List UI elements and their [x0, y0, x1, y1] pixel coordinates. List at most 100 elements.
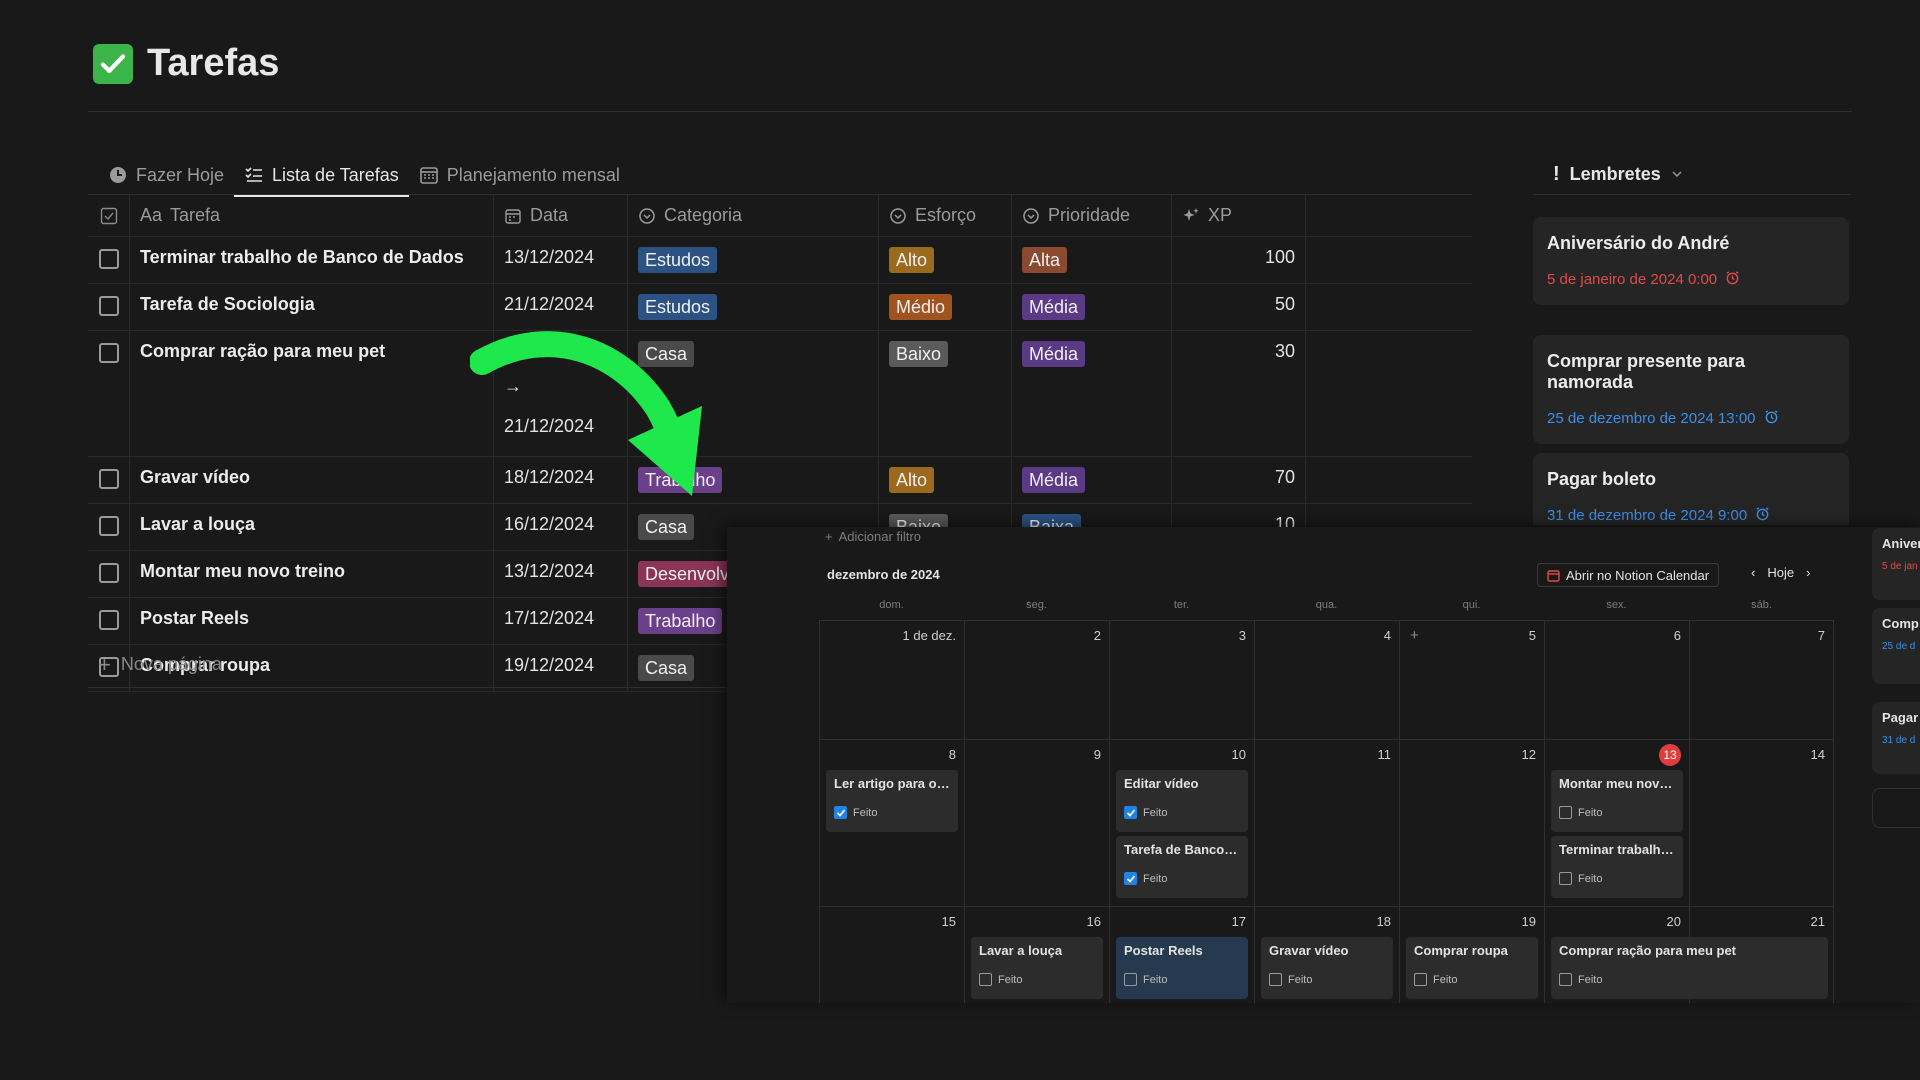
task-name[interactable]: Terminar trabalho de Banco de Dados	[130, 237, 494, 283]
reminder-card-partial[interactable]: Pagar 31 de d	[1872, 702, 1920, 774]
event-done-toggle[interactable]: Feito	[1124, 973, 1240, 986]
reminder-card[interactable]: Pagar boleto 31 de dezembro de 2024 9:00	[1533, 453, 1849, 525]
reminder-card[interactable]: Comprar presente para namorada 25 de deze…	[1533, 335, 1849, 444]
calendar-event-card[interactable]: Terminar trabalho... Feito	[1551, 836, 1683, 898]
calendar-day-cell[interactable]: 5 +	[1399, 621, 1544, 739]
calendar-day-cell[interactable]: 15	[819, 907, 964, 1003]
task-date[interactable]: 21/12/2024	[494, 284, 628, 330]
chevron-right-icon[interactable]: ›	[1806, 565, 1810, 580]
task-date[interactable]: 13/12/2024	[494, 237, 628, 283]
calendar-event-card[interactable]: Comprar roupa Feito	[1406, 937, 1538, 999]
effort-cell[interactable]: Alto	[879, 457, 1012, 503]
priority-cell[interactable]: Média	[1012, 284, 1172, 330]
calendar-day-cell[interactable]: 9	[964, 740, 1109, 906]
task-date[interactable]: 13/12/2024	[494, 551, 628, 597]
header-xp[interactable]: XP	[1172, 195, 1306, 236]
task-xp[interactable]: 100	[1172, 237, 1306, 283]
tab-lista-de-tarefas[interactable]: Lista de Tarefas	[234, 155, 409, 197]
page-title-text[interactable]: Tarefas	[147, 42, 279, 85]
calendar-event-card[interactable]: Gravar vídeo Feito	[1261, 937, 1393, 999]
task-checkbox[interactable]	[98, 249, 119, 269]
new-reminder-button-partial[interactable]	[1872, 788, 1920, 828]
calendar-event-card[interactable]: Comprar ração para meu pet Feito	[1551, 937, 1828, 999]
calendar-day-cell[interactable]: 6	[1544, 621, 1689, 739]
calendar-day-cell[interactable]: 13 Montar meu novo... Feito Terminar trabal…	[1544, 740, 1689, 906]
task-name[interactable]: Comprar ração para meu pet	[130, 331, 494, 456]
calendar-day-cell[interactable]: 1 de dez.	[819, 621, 964, 739]
calendar-day-cell[interactable]: 14	[1689, 740, 1834, 906]
tab-fazer-hoje[interactable]: Fazer Hoje	[98, 155, 234, 195]
tab-planejamento-mensal[interactable]: Planejamento mensal	[409, 155, 630, 195]
task-checkbox[interactable]	[98, 563, 119, 583]
calendar-day-cell[interactable]: 17 Postar Reels Feito	[1109, 907, 1254, 1003]
check-mark-icon[interactable]	[93, 43, 133, 84]
add-event-icon[interactable]: +	[1410, 627, 1419, 644]
task-name[interactable]: Lavar a louça	[130, 504, 494, 550]
task-checkbox[interactable]	[98, 610, 119, 630]
event-done-toggle[interactable]: Feito	[1124, 806, 1240, 819]
reminder-card-partial[interactable]: Aniver 5 de jan	[1872, 528, 1920, 600]
calendar-day-cell[interactable]: 4	[1254, 621, 1399, 739]
event-done-toggle[interactable]: Feito	[834, 806, 950, 819]
calendar-day-cell[interactable]: 2	[964, 621, 1109, 739]
task-xp[interactable]: 70	[1172, 457, 1306, 503]
header-prioridade[interactable]: Prioridade	[1012, 195, 1172, 236]
calendar-day-cell[interactable]: 7	[1689, 621, 1834, 739]
calendar-event-card[interactable]: Editar vídeo Feito	[1116, 770, 1248, 832]
header-data[interactable]: Data	[494, 195, 628, 236]
chevron-left-icon[interactable]: ‹	[1751, 565, 1755, 580]
task-name[interactable]: Gravar vídeo	[130, 457, 494, 503]
calendar-event-card[interactable]: Montar meu novo... Feito	[1551, 770, 1683, 832]
header-esforco[interactable]: Esforço	[879, 195, 1012, 236]
effort-cell[interactable]: Alto	[879, 237, 1012, 283]
category-cell[interactable]: Estudos	[628, 284, 879, 330]
task-date[interactable]: 19/12/2024	[494, 645, 628, 691]
calendar-day-cell[interactable]: 3	[1109, 621, 1254, 739]
calendar-day-cell[interactable]: 18 Gravar vídeo Feito	[1254, 907, 1399, 1003]
header-tarefa[interactable]: Aa Tarefa	[130, 195, 494, 236]
calendar-event-card[interactable]: Tarefa de Banco d... Feito	[1116, 836, 1248, 898]
priority-cell[interactable]: Alta	[1012, 237, 1172, 283]
event-done-toggle[interactable]: Feito	[1559, 806, 1675, 819]
task-checkbox[interactable]	[98, 296, 119, 316]
task-name[interactable]: Postar Reels	[130, 598, 494, 644]
select-all-checkbox[interactable]	[88, 195, 130, 236]
effort-cell[interactable]: Baixo	[879, 331, 1012, 456]
effort-cell[interactable]: Médio	[879, 284, 1012, 330]
open-notion-calendar-button[interactable]: Abrir no Notion Calendar	[1537, 563, 1720, 587]
header-categoria[interactable]: Categoria	[628, 195, 879, 236]
calendar-day-cell[interactable]: 11	[1254, 740, 1399, 906]
priority-cell[interactable]: Média	[1012, 331, 1172, 456]
calendar-day-cell[interactable]: 8 Ler artigo para o ... Feito	[819, 740, 964, 906]
task-name[interactable]: Tarefa de Sociologia	[130, 284, 494, 330]
task-checkbox[interactable]	[98, 469, 119, 489]
event-done-toggle[interactable]: Feito	[1269, 973, 1385, 986]
calendar-event-card[interactable]: Lavar a louça Feito	[971, 937, 1103, 999]
event-done-toggle[interactable]: Feito	[1124, 872, 1240, 885]
calendar-day-cell[interactable]: 10 Editar vídeo Feito Tarefa de Banco d... F…	[1109, 740, 1254, 906]
calendar-event-card[interactable]: Ler artigo para o ... Feito	[826, 770, 958, 832]
calendar-day-cell[interactable]: 16 Lavar a louça Feito	[964, 907, 1109, 1003]
event-done-toggle[interactable]: Feito	[1559, 872, 1675, 885]
task-xp[interactable]: 30	[1172, 331, 1306, 456]
task-checkbox[interactable]	[98, 343, 119, 363]
new-page-button[interactable]: + Nova página	[98, 653, 222, 675]
task-name[interactable]: Montar meu novo treino	[130, 551, 494, 597]
calendar-day-cell[interactable]: 19 Comprar roupa Feito	[1399, 907, 1544, 1003]
calendar-day-cell[interactable]: 12	[1399, 740, 1544, 906]
task-xp[interactable]: 50	[1172, 284, 1306, 330]
today-button[interactable]: Hoje	[1767, 565, 1794, 580]
task-date[interactable]: 17/12/2024	[494, 598, 628, 644]
reminders-header[interactable]: ! Lembretes	[1553, 157, 1683, 191]
task-checkbox[interactable]	[98, 516, 119, 536]
event-done-toggle[interactable]: Feito	[979, 973, 1095, 986]
reminder-card-partial[interactable]: Comp 25 de d	[1872, 608, 1920, 684]
calendar-event-card[interactable]: Postar Reels Feito	[1116, 937, 1248, 999]
category-cell[interactable]: Estudos	[628, 237, 879, 283]
event-done-toggle[interactable]: Feito	[1414, 973, 1530, 986]
event-done-toggle[interactable]: Feito	[1559, 973, 1820, 986]
calendar-day-cell[interactable]: 20 Comprar ração para meu pet Feito	[1544, 907, 1828, 1003]
reminder-card[interactable]: Aniversário do André 5 de janeiro de 2024…	[1533, 217, 1849, 305]
add-filter-button[interactable]: + Adicionar filtro	[825, 527, 921, 545]
priority-cell[interactable]: Média	[1012, 457, 1172, 503]
